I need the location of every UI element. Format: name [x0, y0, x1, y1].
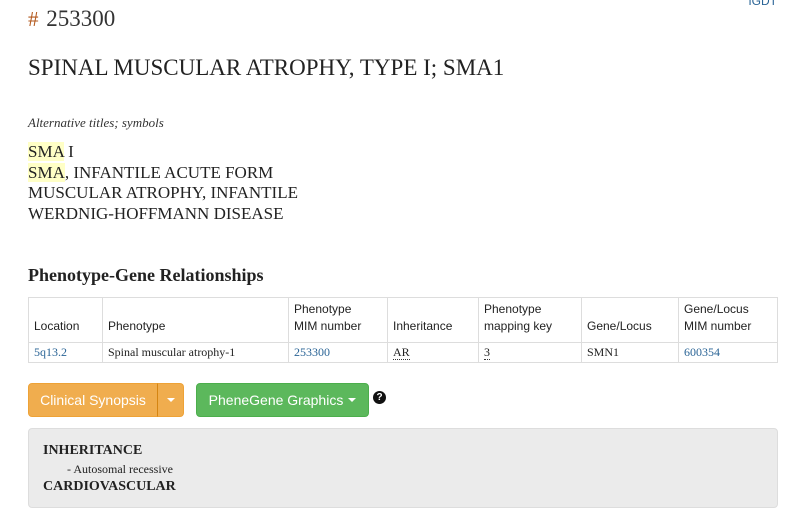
phenegene-graphics-label: PheneGene Graphics — [208, 392, 344, 408]
clinical-synopsis-button[interactable]: Clinical Synopsis — [28, 383, 158, 417]
column-header-location: Location — [28, 297, 103, 343]
column-header-mapping-key: Phenotype mapping key — [478, 297, 582, 343]
column-header-gene-locus: Gene/Locus — [581, 297, 679, 343]
caret-down-icon — [166, 398, 175, 402]
page-title: SPINAL MUSCULAR ATROPHY, TYPE I; SMA1 — [28, 55, 505, 80]
cell-mapping-key: 3 — [478, 342, 582, 363]
alternative-titles-caption: Alternative titles; symbols — [28, 115, 164, 130]
location-link[interactable]: 5q13.2 — [34, 345, 67, 359]
cell-gene-locus: SMN1 — [581, 342, 679, 363]
column-header-phenotype-mim: Phenotype MIM number — [288, 297, 388, 343]
synopsis-item: - Autosomal recessive — [67, 462, 173, 476]
synopsis-heading-inheritance: INHERITANCE — [43, 443, 143, 458]
synopsis-heading-cardiovascular: CARDIOVASCULAR — [43, 479, 176, 494]
column-header-gene-mim: Gene/Locus MIM number — [678, 297, 778, 343]
highlighted-term: SMA — [28, 162, 65, 182]
column-header-inheritance: Inheritance — [387, 297, 479, 343]
highlighted-term: SMA — [28, 142, 64, 161]
hash-symbol: # — [28, 7, 39, 31]
cell-gene-mim: 600354 — [678, 342, 778, 363]
caret-down-icon — [348, 398, 357, 402]
cell-inheritance: AR — [387, 342, 479, 363]
clinical-synopsis-label: Clinical Synopsis — [40, 392, 146, 408]
alternative-title-text: , INFANTILE ACUTE FORM — [64, 162, 274, 182]
mim-number: 253300 — [46, 6, 116, 31]
cell-phenotype-mim: 253300 — [288, 342, 388, 363]
alternative-title: MUSCULAR ATROPHY, INFANTILE — [28, 183, 298, 204]
help-icon[interactable]: ? — [373, 391, 386, 404]
inheritance-abbr[interactable]: AR — [393, 345, 410, 360]
table-row: 5q13.2 Spinal muscular atrophy-1 253300 … — [28, 342, 778, 363]
alternative-titles-list: SMA I SMA, INFANTILE ACUTE FORM MUSCULAR… — [28, 142, 298, 224]
phenotype-gene-table: Location Phenotype Phenotype MIM number … — [28, 297, 778, 363]
phenotype-mim-link[interactable]: 253300 — [294, 345, 330, 359]
table-header-row: Location Phenotype Phenotype MIM number … — [28, 297, 778, 343]
alternative-title-text: WERDNIG-HOFFMANN DISEASE — [28, 203, 284, 223]
alternative-title: SMA I — [28, 142, 298, 163]
entry-number: # 253300 — [28, 6, 115, 32]
alternative-title: SMA, INFANTILE ACUTE FORM — [28, 162, 298, 184]
alternative-title-text: I — [63, 142, 74, 161]
phenegene-graphics-button[interactable]: PheneGene Graphics — [196, 383, 369, 417]
phenotype-gene-heading: Phenotype-Gene Relationships — [28, 265, 264, 285]
mapping-key-abbr[interactable]: 3 — [484, 345, 490, 360]
cell-phenotype: Spinal muscular atrophy-1 — [102, 342, 289, 363]
alternative-title: WERDNIG-HOFFMANN DISEASE — [28, 204, 298, 225]
alternative-title-text: MUSCULAR ATROPHY, INFANTILE — [28, 183, 298, 202]
cell-location: 5q13.2 — [28, 342, 103, 363]
column-header-phenotype: Phenotype — [102, 297, 289, 343]
clinical-synopsis-dropdown-toggle[interactable] — [157, 383, 184, 417]
top-link[interactable]: IGDT — [748, 0, 777, 8]
gene-mim-link[interactable]: 600354 — [684, 345, 720, 359]
clinical-synopsis-panel: INHERITANCE - Autosomal recessive CARDIO… — [28, 428, 778, 508]
